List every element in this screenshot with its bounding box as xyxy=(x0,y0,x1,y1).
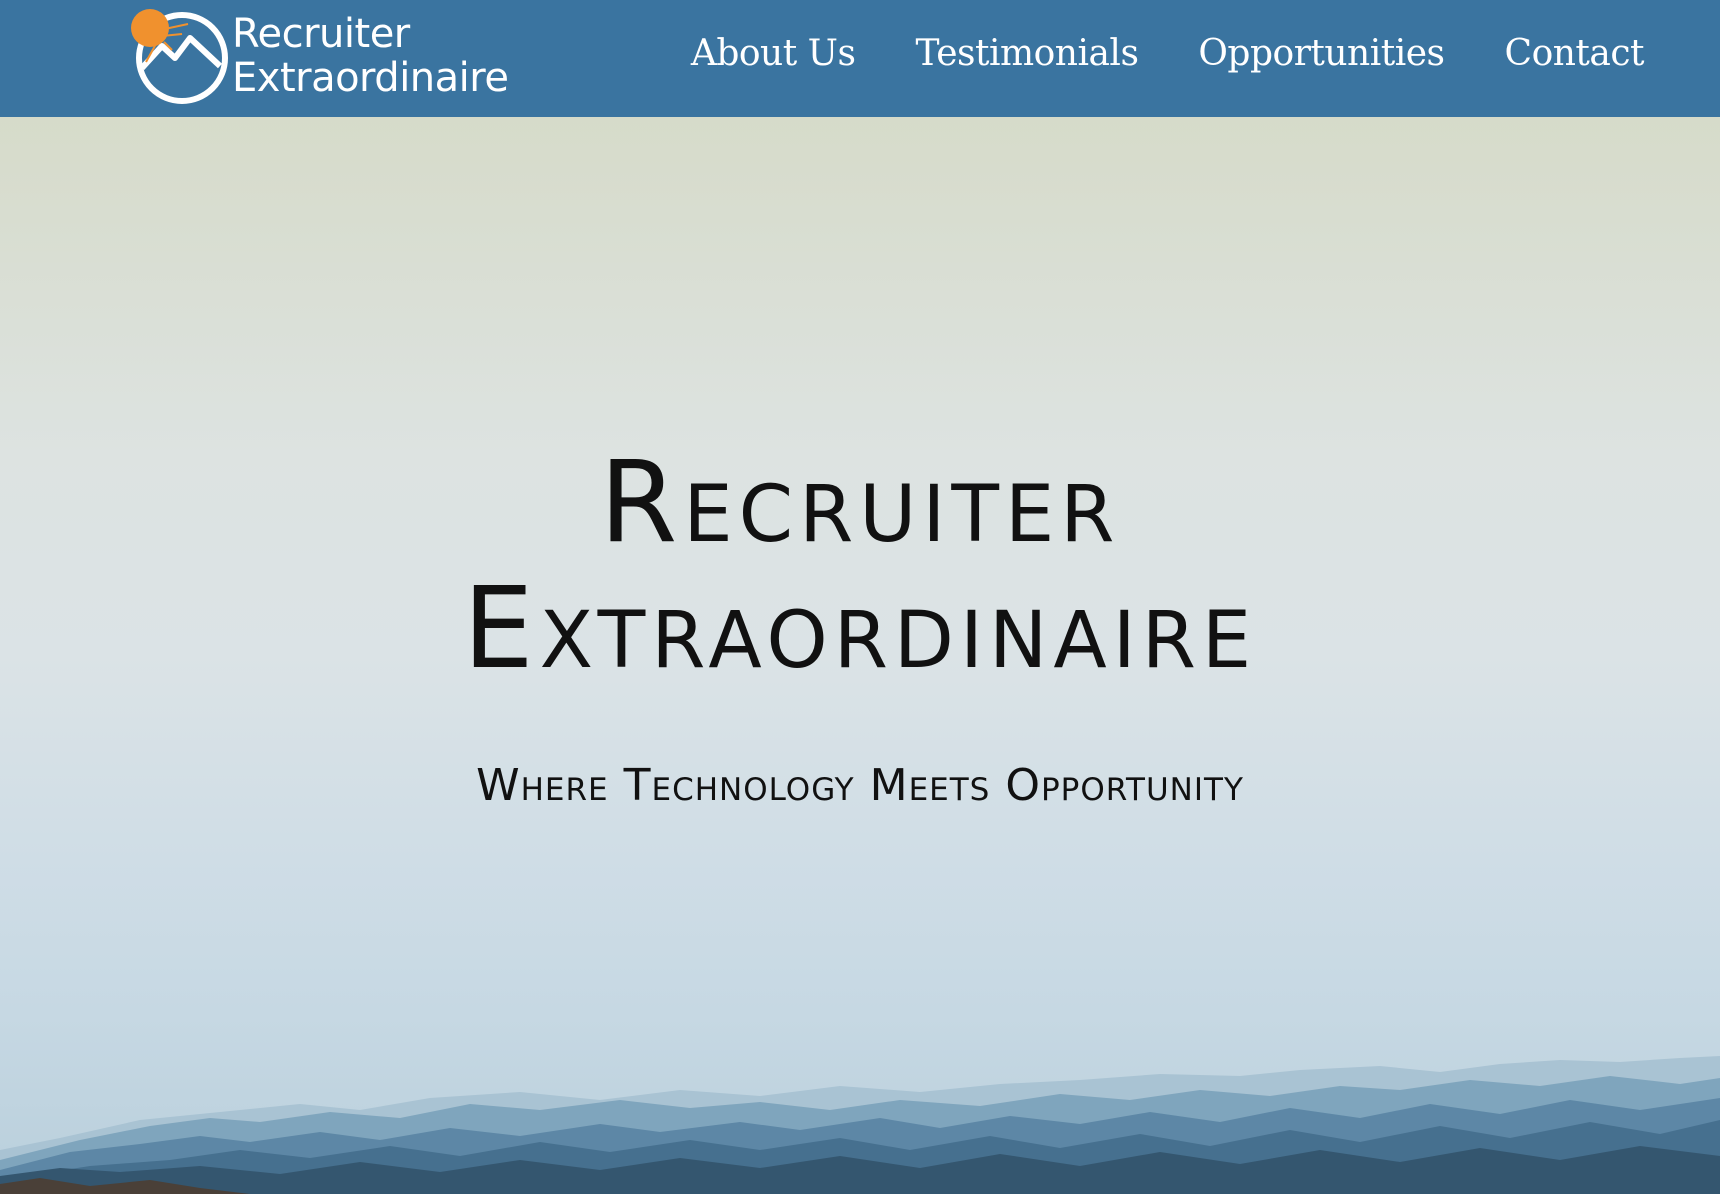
hero-title: Recruiter Extraordinaire xyxy=(0,440,1720,692)
hero-title-line1: Recruiter xyxy=(599,438,1121,568)
mountain-sun-logo-icon xyxy=(131,9,228,104)
top-navbar: Recruiter Extraordinaire About Us Testim… xyxy=(0,0,1720,117)
nav-opportunities[interactable]: Opportunities xyxy=(1198,33,1445,74)
brand-line2: Extraordinaire xyxy=(232,55,509,101)
hero-subtitle: Where Technology Meets Opportunity xyxy=(476,760,1244,811)
nav-contact[interactable]: Contact xyxy=(1505,33,1645,74)
page: Recruiter Extraordinaire About Us Testim… xyxy=(0,0,1720,1194)
mountain-range-image xyxy=(0,1056,1720,1194)
brand-logo-link[interactable]: Recruiter Extraordinaire xyxy=(128,4,509,108)
hero-title-line2: Extraordinaire xyxy=(462,564,1258,694)
nav-about-us[interactable]: About Us xyxy=(691,33,856,74)
brand-wordmark: Recruiter Extraordinaire xyxy=(232,11,509,101)
main-nav: About Us Testimonials Opportunities Cont… xyxy=(691,0,1645,107)
brand-line1: Recruiter xyxy=(232,11,410,57)
nav-testimonials[interactable]: Testimonials xyxy=(915,33,1138,74)
